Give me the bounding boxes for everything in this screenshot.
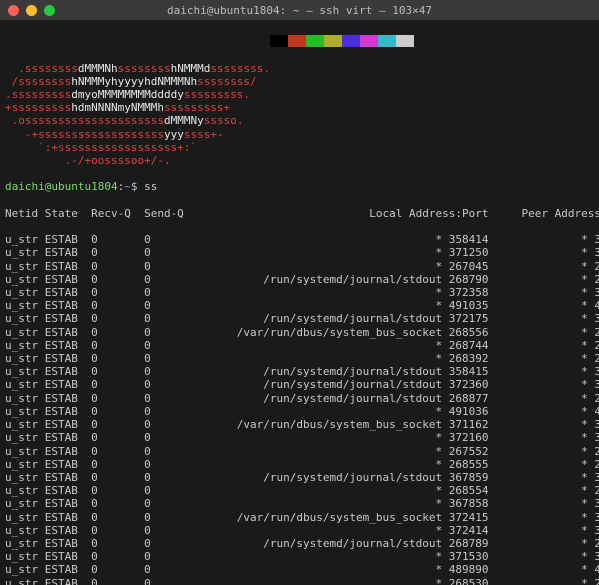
motd-colorbar bbox=[5, 35, 594, 48]
ss-output-rows: u_str ESTAB 0 0 * 358414 * 358415 u_str … bbox=[5, 233, 594, 585]
window-title: daichi@ubuntu1804: ~ — ssh virt — 103×47 bbox=[0, 4, 599, 17]
window-titlebar: daichi@ubuntu1804: ~ — ssh virt — 103×47 bbox=[0, 0, 599, 20]
command: ss bbox=[144, 180, 157, 193]
prompt-path: ~ bbox=[124, 180, 131, 193]
prompt-line-1: daichi@ubuntu1804:~$ ss bbox=[5, 180, 594, 193]
prompt-user-host: daichi@ubuntu1804 bbox=[5, 180, 118, 193]
terminal-body[interactable]: .ssssssssdMMMNhsssssssshNMMMdssssssss. /… bbox=[0, 20, 599, 585]
ss-output-header: Netid State Recv-Q Send-Q Local Address:… bbox=[5, 207, 594, 220]
motd-ascii-art: .ssssssssdMMMNhsssssssshNMMMdssssssss. /… bbox=[5, 62, 594, 168]
